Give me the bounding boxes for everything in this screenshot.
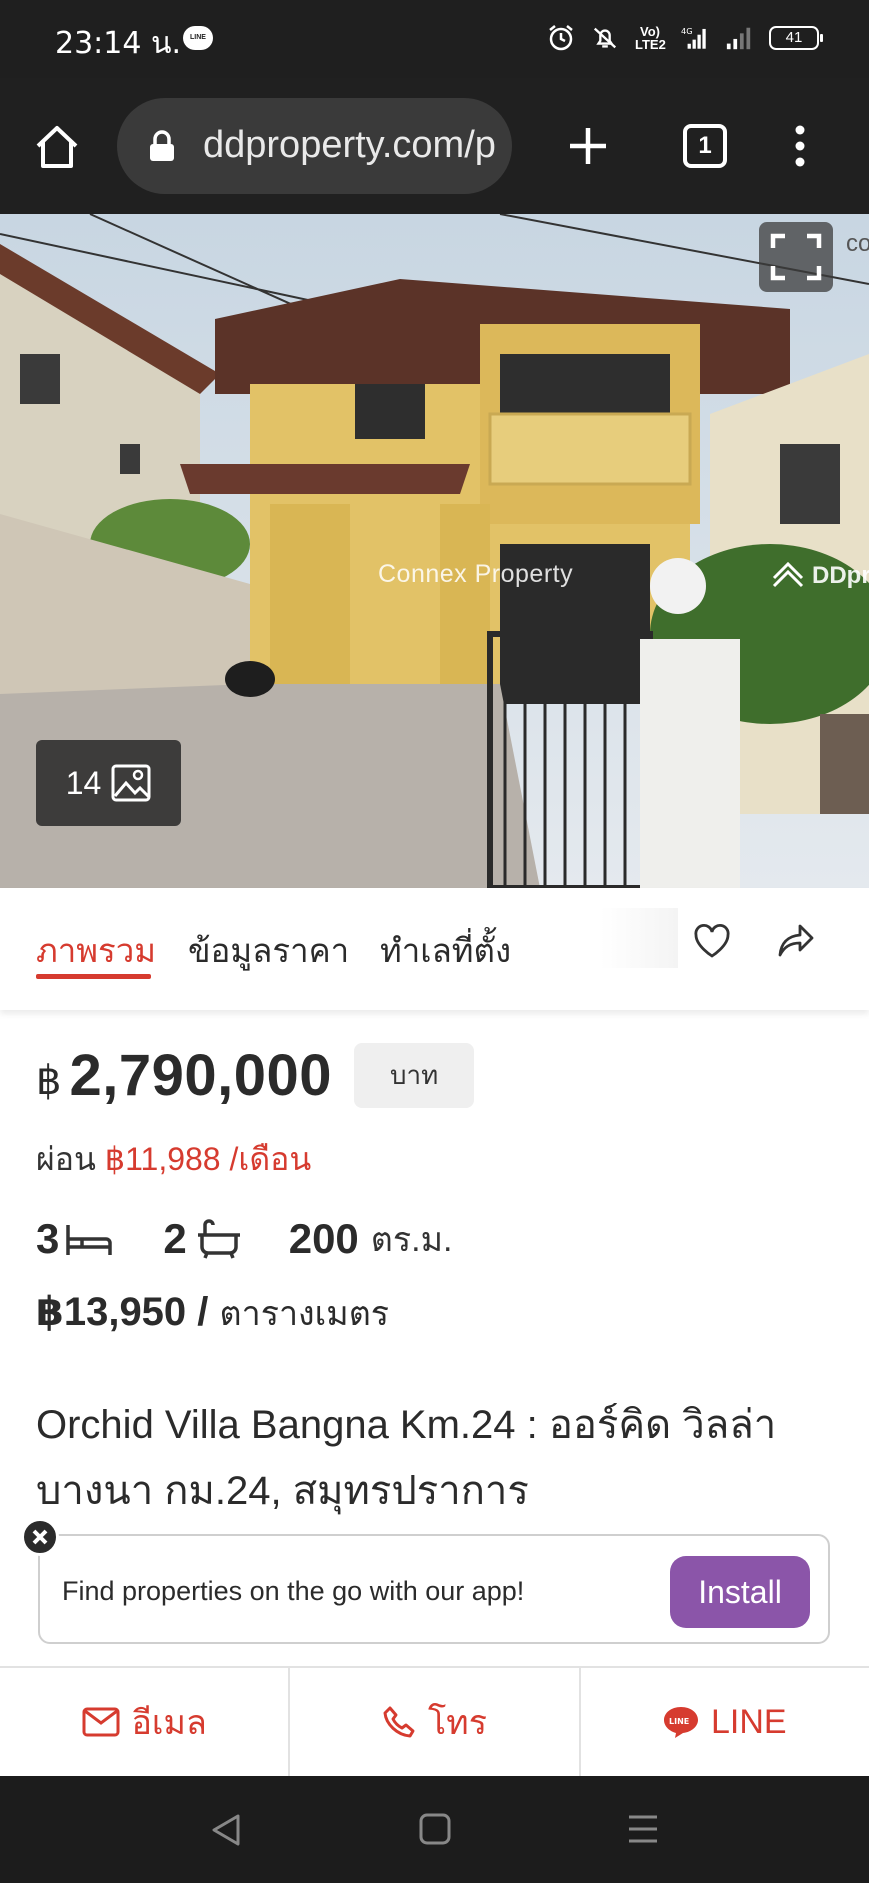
price-per-sqm-value: ฿13,950 / <box>36 1290 209 1334</box>
area-size: 200 <box>288 1215 359 1262</box>
call-label: โทร <box>428 1704 487 1742</box>
bathtub-icon <box>197 1219 240 1259</box>
status-bar: 23:14 น. LINE Vo) LTE2 4G 41 <box>0 0 869 78</box>
svg-text:LINE: LINE <box>669 1717 689 1726</box>
recents-nav-icon[interactable] <box>626 1814 660 1844</box>
fullscreen-icon[interactable] <box>759 222 833 292</box>
tab-scroll-fade <box>600 908 678 968</box>
line-button[interactable]: LINE LINE <box>578 1668 869 1776</box>
mail-icon <box>82 1707 120 1737</box>
more-menu-icon[interactable] <box>790 124 810 168</box>
call-button[interactable]: โทร <box>288 1668 578 1776</box>
status-icons: Vo) LTE2 4G 41 <box>547 20 823 56</box>
address-bar[interactable]: ddproperty.com/p <box>117 98 512 194</box>
close-banner-icon[interactable] <box>21 1518 59 1556</box>
new-tab-icon[interactable] <box>566 124 610 168</box>
signal-icon <box>725 24 753 52</box>
ddproperty-watermark: DDpro <box>770 558 869 594</box>
tab-price-info[interactable]: ข้อมูลราคา <box>188 924 349 977</box>
page: 23:14 น. LINE Vo) LTE2 4G 41 ddproperty.… <box>0 0 869 1883</box>
photo-watermark: Connex Property <box>378 560 574 588</box>
bed-icon <box>66 1225 113 1255</box>
email-label: อีเมล <box>131 1704 207 1742</box>
corner-text: co <box>846 230 869 257</box>
active-tab-indicator <box>36 974 151 979</box>
home-nav-icon[interactable] <box>418 1812 452 1846</box>
browser-toolbar: ddproperty.com/p 1 <box>0 78 869 214</box>
home-icon[interactable] <box>32 122 82 172</box>
installment-info: ผ่อน ฿11,988 /เดือน <box>36 1134 311 1185</box>
share-icon[interactable] <box>776 922 816 960</box>
area-unit: ตร.ม. <box>370 1221 453 1259</box>
favorite-heart-icon[interactable] <box>692 922 732 960</box>
price-unit-badge: บาท <box>353 1043 475 1108</box>
photo-count: 14 <box>65 764 102 801</box>
app-install-banner: Find properties on the go with our app! … <box>38 1534 830 1644</box>
installment-label: ผ่อน <box>36 1141 96 1177</box>
line-notification-icon: LINE <box>183 26 213 50</box>
lock-icon <box>148 130 176 162</box>
back-nav-icon[interactable] <box>210 1812 242 1848</box>
bedroom-count: 3 <box>36 1215 60 1262</box>
app-banner-text: Find properties on the go with our app! <box>62 1576 525 1606</box>
svg-text:4G: 4G <box>681 26 693 36</box>
contact-action-bar: อีเมล โทร LINE LINE <box>0 1666 869 1776</box>
signal-4g-icon: 4G <box>681 24 709 52</box>
battery-icon: 41 <box>769 26 823 50</box>
url-text: ddproperty.com/p <box>203 124 496 166</box>
tab-location[interactable]: ทำเลที่ตั้ง <box>380 924 511 977</box>
section-tabs: ภาพรวม ข้อมูลราคา ทำเลที่ตั้ง <box>0 888 869 1010</box>
property-specs: 3 2 200 ตร.ม. <box>36 1214 452 1264</box>
installment-amount: ฿11,988 /เดือน <box>104 1141 312 1177</box>
tab-switcher-button[interactable]: 1 <box>683 124 727 168</box>
listing-photo[interactable]: co Connex Property DDpro 14 <box>0 214 869 888</box>
listing-price: 2,790,000 <box>69 1043 332 1108</box>
line-label: LINE <box>711 1702 787 1741</box>
volte-icon: Vo) LTE2 <box>635 24 666 52</box>
system-nav-bar <box>0 1776 869 1883</box>
alarm-icon <box>547 24 575 52</box>
status-time: 23:14 น. <box>55 26 182 61</box>
install-button[interactable]: Install <box>670 1556 810 1628</box>
line-chat-icon: LINE <box>664 1707 699 1738</box>
price-per-sqm-unit: ตารางเมตร <box>219 1295 390 1333</box>
bathroom-count: 2 <box>163 1215 187 1262</box>
mute-vibrate-icon <box>591 24 619 52</box>
ddproperty-logo-icon <box>772 561 804 588</box>
listing-title: Orchid Villa Bangna Km.24 : ออร์คิด วิลล… <box>36 1403 777 1513</box>
price-per-sqm: ฿13,950 / ตารางเมตร <box>36 1286 389 1340</box>
tab-overview[interactable]: ภาพรวม <box>36 924 156 977</box>
currency-symbol: ฿ <box>36 1058 62 1103</box>
gallery-icon <box>111 764 151 802</box>
price-row: ฿ 2,790,000 บาท <box>36 1042 475 1109</box>
ddproperty-watermark-text: DDpro <box>812 562 869 589</box>
photo-count-button[interactable]: 14 <box>36 740 181 826</box>
email-button[interactable]: อีเมล <box>0 1668 288 1776</box>
phone-icon <box>383 1706 415 1738</box>
